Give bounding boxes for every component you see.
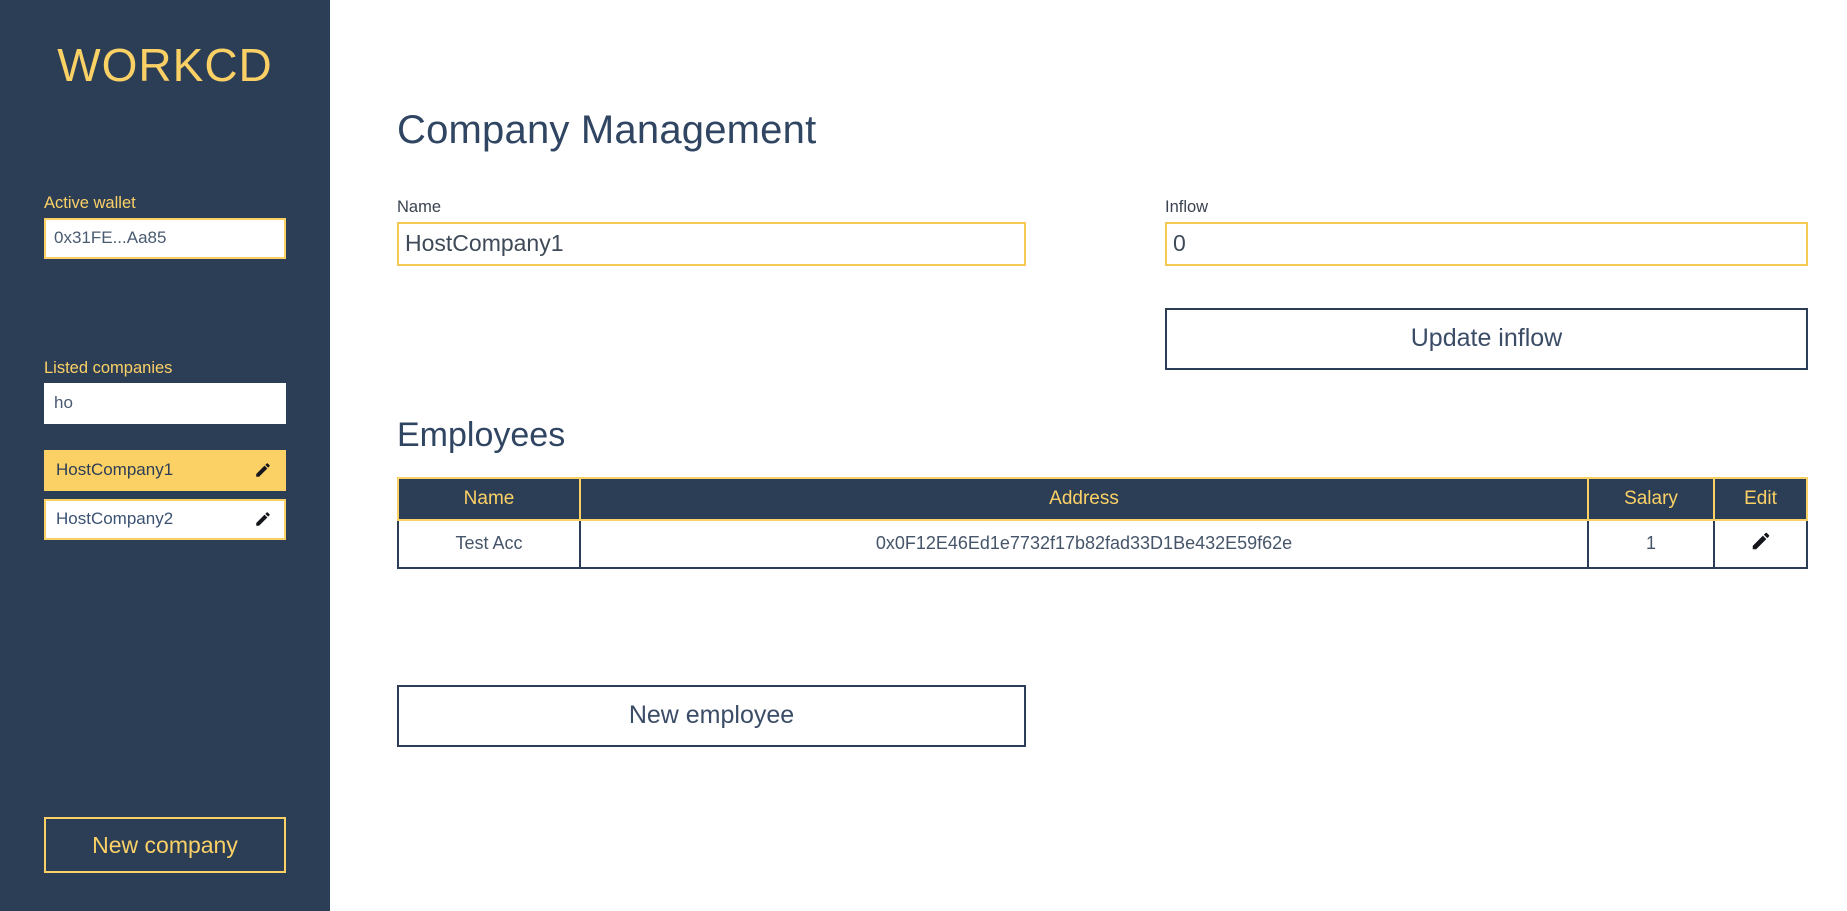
- company-form-row: Name Inflow: [397, 198, 1808, 266]
- cell-employee-address: 0x0F12E46Ed1e7732f17b82fad33D1Be432E59f6…: [579, 518, 1589, 569]
- employees-table-head: Name Address Salary Edit: [397, 476, 1808, 521]
- new-employee-row: New employee: [397, 684, 1808, 747]
- name-field-group: Name: [397, 198, 1026, 266]
- pencil-icon: [1750, 530, 1772, 552]
- inflow-input[interactable]: [1165, 221, 1808, 266]
- listed-companies-label: Listed companies: [44, 358, 173, 377]
- active-wallet-input[interactable]: [44, 217, 286, 259]
- company-list-item-hostcompany1[interactable]: HostCompany1: [44, 449, 286, 491]
- form-spacer: [1026, 198, 1165, 266]
- company-name-label: HostCompany2: [56, 509, 174, 529]
- active-wallet-label: Active wallet: [44, 194, 136, 212]
- company-name-label: HostCompany1: [56, 460, 174, 480]
- company-filter-input[interactable]: [44, 382, 286, 424]
- pencil-icon[interactable]: [254, 461, 272, 479]
- column-header-salary: Salary: [1587, 476, 1715, 521]
- inflow-field-label: Inflow: [1165, 198, 1209, 216]
- company-list-item-hostcompany2[interactable]: HostCompany2: [44, 498, 286, 540]
- update-inflow-spacer: [397, 308, 1165, 370]
- employees-table: Name Address Salary Edit Test Acc 0x0F12…: [397, 476, 1808, 569]
- table-header-row: Name Address Salary Edit: [397, 476, 1808, 521]
- company-list: HostCompany1 HostCompany2: [44, 449, 286, 540]
- update-inflow-row: Update inflow: [397, 307, 1808, 370]
- employees-table-body: Test Acc 0x0F12E46Ed1e7732f17b82fad33D1B…: [397, 518, 1808, 569]
- page-title: Company Management: [397, 108, 817, 152]
- cell-employee-edit: [1713, 518, 1808, 569]
- app-root: WORKCD Active wallet Listed companies Ho…: [0, 0, 1847, 911]
- sidebar: WORKCD Active wallet Listed companies Ho…: [0, 0, 330, 911]
- name-field-label: Name: [397, 198, 442, 216]
- column-header-edit: Edit: [1713, 476, 1808, 521]
- pencil-icon[interactable]: [254, 510, 272, 528]
- active-wallet-block: Active wallet: [44, 194, 286, 259]
- new-company-button[interactable]: New company: [44, 817, 286, 873]
- edit-employee-button[interactable]: [1716, 530, 1805, 552]
- inflow-field-group: Inflow: [1165, 198, 1808, 266]
- app-logo: WORKCD: [57, 39, 273, 91]
- company-name-input[interactable]: [397, 221, 1026, 266]
- cell-employee-salary: 1: [1587, 518, 1715, 569]
- column-header-name: Name: [397, 476, 581, 521]
- employees-section-title: Employees: [397, 415, 566, 454]
- cell-employee-name: Test Acc: [397, 518, 581, 569]
- main-content: Company Management Name Inflow Update in…: [330, 0, 1847, 911]
- update-inflow-button[interactable]: Update inflow: [1165, 307, 1808, 370]
- new-employee-button[interactable]: New employee: [397, 684, 1026, 747]
- column-header-address: Address: [579, 476, 1589, 521]
- listed-companies-block: Listed companies HostCompany1 HostCompan…: [44, 359, 286, 540]
- table-row: Test Acc 0x0F12E46Ed1e7732f17b82fad33D1B…: [397, 518, 1808, 569]
